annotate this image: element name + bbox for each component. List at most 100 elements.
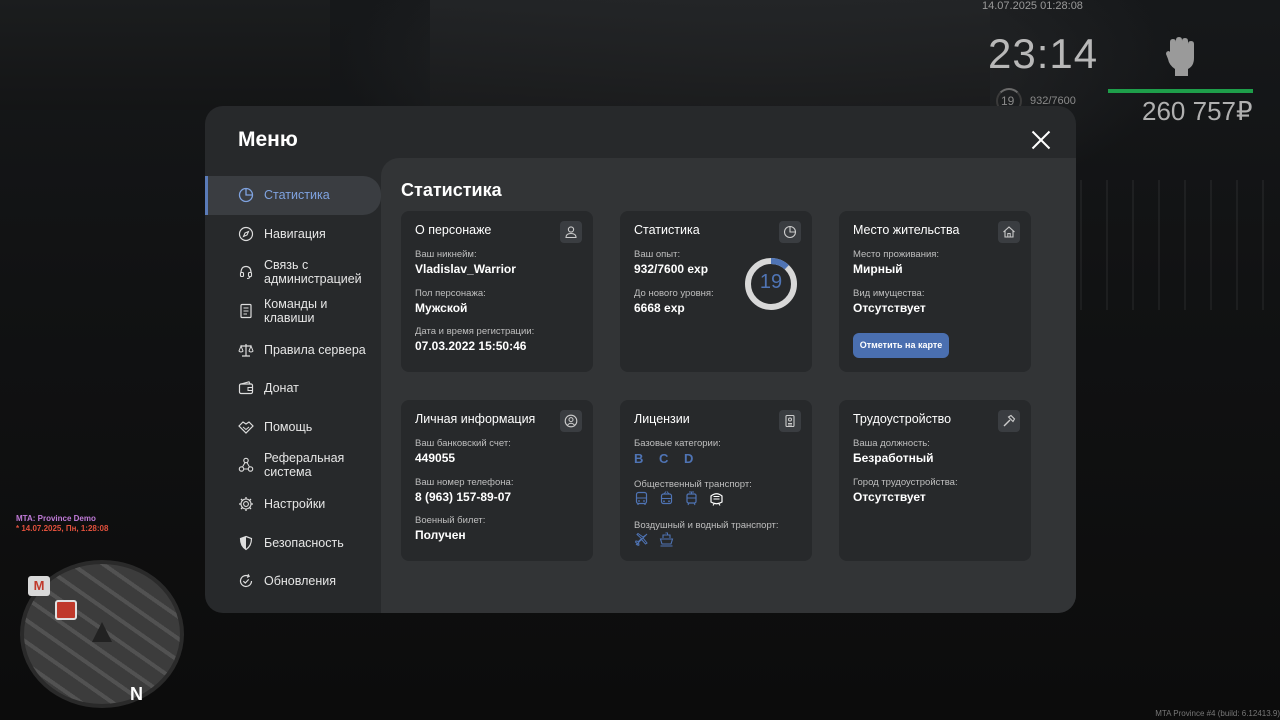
handshake-icon: [238, 419, 254, 435]
employment-city-label: Город трудоустройства:: [853, 477, 958, 488]
sidebar-item-donate[interactable]: Донат: [205, 369, 381, 408]
sidebar-item-label: Навигация: [264, 226, 326, 241]
registration-value: 07.03.2022 15:50:46: [415, 339, 527, 353]
level-number: 19: [759, 271, 783, 293]
sidebar-item-label: Настройки: [264, 497, 326, 512]
basic-categories-value: B C D: [634, 451, 700, 466]
page-title: Статистика: [401, 180, 502, 200]
network-icon: [238, 457, 254, 473]
north-indicator: N: [130, 684, 143, 704]
employment-card: Трудоустройство Ваша должность: Безработ…: [839, 400, 1031, 561]
military-value: Получен: [415, 528, 466, 542]
sidebar-item-label: Реферальная система: [264, 451, 345, 480]
metro-icon: М: [28, 576, 50, 596]
plane-icon: [634, 532, 649, 547]
hud-datetime: 14.07.2025 01:28:08: [982, 0, 1083, 12]
scales-icon: [238, 342, 254, 358]
refresh-check-icon: [238, 573, 254, 589]
trolleybus-icon: [659, 491, 674, 506]
personal-info-card: Личная информация Ваш банковский счет: 4…: [401, 400, 593, 561]
public-transport-label: Общественный транспорт:: [634, 479, 752, 490]
sidebar-item-navigation[interactable]: Навигация: [205, 215, 381, 254]
sidebar-item-label: Обновления: [264, 574, 336, 589]
build-info: MTA Province #4 (build: 6.12413.9): [1155, 709, 1280, 718]
residence-value: Мирный: [853, 262, 903, 276]
pie-chart-icon: [779, 221, 801, 243]
user-icon: [560, 221, 582, 243]
nickname-label: Ваш никнейм:: [415, 249, 477, 260]
metro-icon: [709, 491, 724, 506]
hud-money: 260 757₽: [1142, 96, 1253, 126]
air-water-transport-label: Воздушный и водный транспорт:: [634, 520, 779, 531]
card-title: О персонаже: [415, 223, 492, 237]
gender-value: Мужской: [415, 301, 468, 315]
air-water-transport-icons: [634, 532, 674, 547]
sidebar-item-rules[interactable]: Правила сервера: [205, 330, 381, 369]
hammer-icon: [998, 410, 1020, 432]
background-fence: [1080, 180, 1280, 310]
nickname-value: Vladislav_Warrior: [415, 262, 516, 276]
bus-icon: [634, 491, 649, 506]
sidebar-item-help[interactable]: Помощь: [205, 408, 381, 447]
employment-city-value: Отсутствует: [853, 490, 926, 504]
basic-categories-label: Базовые категории:: [634, 438, 721, 449]
boat-icon: [659, 532, 674, 547]
registration-label: Дата и время регистрации:: [415, 326, 535, 337]
sidebar-item-updates[interactable]: Обновления: [205, 562, 381, 601]
property-label: Вид имущества:: [853, 288, 925, 299]
next-level-value: 6668 exp: [634, 301, 685, 315]
bank-value: 449055: [415, 451, 456, 465]
card-title: Статистика: [634, 223, 700, 237]
position-value: Безработный: [853, 451, 934, 465]
fist-icon: [1158, 32, 1204, 78]
tram-icon: [684, 491, 699, 506]
user-circle-icon: [560, 410, 582, 432]
card-title: Личная информация: [415, 412, 536, 426]
sidebar-item-label: Статистика: [264, 188, 330, 203]
menu-title: Меню: [238, 128, 298, 151]
mark-on-map-button[interactable]: Отметить на карте: [853, 333, 949, 358]
sidebar-item-label: Безопасность: [264, 535, 344, 550]
next-level-label: До нового уровня:: [634, 288, 714, 299]
bank-label: Ваш банковский счет:: [415, 438, 511, 449]
wallet-icon: [238, 380, 254, 396]
sidebar-item-referral[interactable]: Реферальная система: [205, 446, 381, 485]
home-icon: [998, 221, 1020, 243]
sidebar-item-statistics[interactable]: Статистика: [205, 176, 381, 215]
sidebar-item-commands[interactable]: Команды и клавиши: [205, 292, 381, 331]
close-icon[interactable]: [1029, 128, 1053, 152]
card-title: Место жительства: [853, 223, 960, 237]
hud-clock: 23:14: [988, 30, 1099, 77]
phone-label: Ваш номер телефона:: [415, 477, 514, 488]
compass-icon: [238, 226, 254, 242]
public-transport-icons: [634, 491, 724, 506]
sidebar-item-security[interactable]: Безопасность: [205, 523, 381, 562]
exp-value: 932/7600 exp: [634, 262, 709, 276]
sidebar-item-admin-contact[interactable]: Связь с администрацией: [205, 253, 381, 292]
sidebar: Статистика Навигация Связь с администрац…: [205, 176, 381, 601]
residence-label: Место проживания:: [853, 249, 940, 260]
sidebar-item-label: Команды и клавиши: [264, 297, 328, 326]
content-panel: Статистика О персонаже Ваш никнейм: Vlad…: [381, 158, 1076, 613]
sidebar-item-label: Помощь: [264, 419, 313, 434]
server-name: MTA: Province Demo: [16, 514, 96, 523]
character-card: О персонаже Ваш никнейм: Vladislav_Warri…: [401, 211, 593, 372]
card-title: Лицензии: [634, 412, 690, 426]
shield-icon: [238, 535, 254, 551]
headset-icon: [238, 264, 254, 280]
phone-value: 8 (963) 157-89-07: [415, 490, 512, 504]
sidebar-item-settings[interactable]: Настройки: [205, 485, 381, 524]
server-info: MTA: Province Demo * 14.07.2025, Пн, 1:2…: [16, 514, 108, 534]
background-building: [430, 0, 990, 110]
stats-card: Статистика Ваш опыт: 932/7600 exp До нов…: [620, 211, 812, 372]
position-label: Ваша должность:: [853, 438, 930, 449]
menu-window: Меню Статистика Навигация Связь с админи…: [205, 106, 1076, 613]
card-title: Трудоустройство: [853, 412, 952, 426]
player-arrow-icon: [92, 622, 112, 642]
sidebar-item-label: Связь с администрацией: [264, 258, 362, 287]
id-card-icon: [779, 410, 801, 432]
background-building-left: [0, 0, 330, 110]
exp-label: Ваш опыт:: [634, 249, 681, 260]
pie-chart-icon: [238, 187, 254, 203]
health-bar: [1108, 89, 1253, 93]
